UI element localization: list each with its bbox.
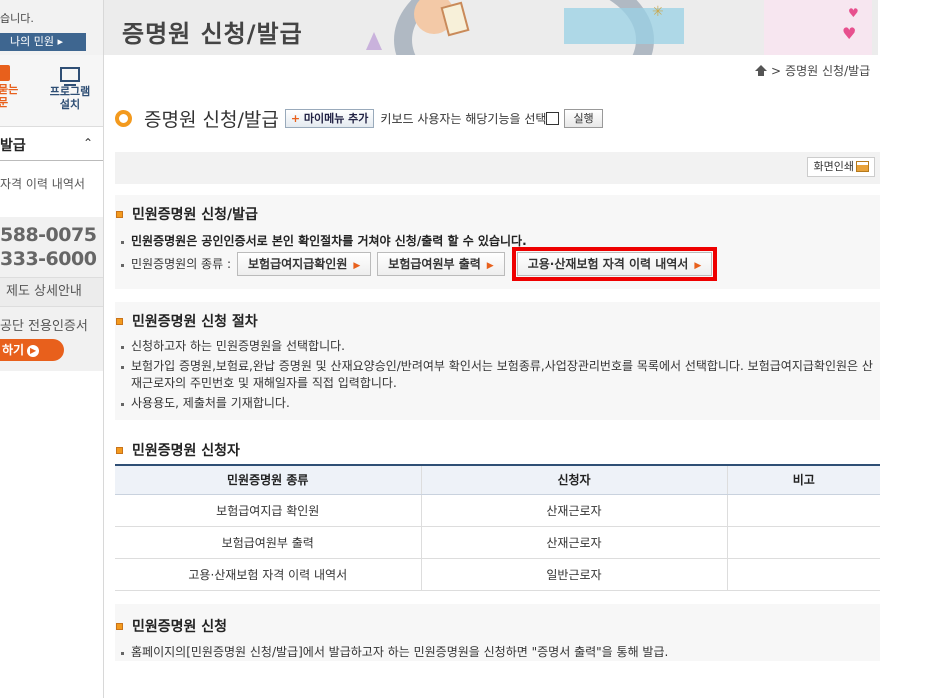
insurance-ledger-print-button[interactable]: 보험급여원부 출력 ▶	[377, 252, 505, 276]
qualification-history-button[interactable]: 고용·산재보험 자격 이력 내역서 ▶	[511, 247, 718, 281]
square-bullet-icon	[116, 210, 123, 218]
banner-illustration-sky	[564, 8, 684, 44]
table-cell: 산재근로자	[420, 494, 727, 527]
call-center-numbers: 588-0075 333-6000	[0, 217, 103, 277]
section-heading-text: 민원증명원 신청/발급	[132, 207, 258, 223]
banner-star-icon: ✳	[652, 4, 664, 20]
type-label: 보험급여지급확인원	[248, 257, 348, 271]
cert-types-row: 민원증명원의 종류 : 보험급여지급확인원 ▶ 보험급여원부 출력 ▶ 고용·산재보…	[115, 247, 880, 281]
call-number-2: 333-6000	[0, 248, 97, 270]
section-heading-text: 민원증명원 신청 절차	[132, 314, 258, 330]
breadcrumb: > 증명원 신청/발급	[755, 62, 870, 79]
print-bar: 화면인쇄	[115, 152, 880, 184]
left-sidebar: 습니다. 나의 민원 ▸ 묻는 문 프로그램 설치 발급 ⌃ 자격 이력 내역서…	[0, 0, 104, 698]
title-row: 증명원 신청/발급 + 마이메뉴 추가 키보드 사용자는 해당기능을 선택 실행	[115, 105, 603, 132]
chevron-up-icon: ⌃	[82, 136, 93, 150]
section-heading: 민원증명원 신청 절차	[115, 311, 880, 331]
system-guide-link[interactable]: 제도 상세안내	[0, 277, 103, 307]
applicants-table: 민원증명원 종류 신청자 비고 보험급여지급 확인원 산재근로자 보험급여원부 …	[115, 464, 880, 591]
table-row: 고용·산재보험 자격 이력 내역서 일반근로자	[115, 558, 880, 591]
arrow-right-icon: ▶	[353, 261, 361, 271]
faq-icon	[0, 65, 10, 81]
home-icon[interactable]	[755, 65, 767, 76]
heart-icon: ♥	[842, 24, 857, 43]
cert-promo: 공단 전용인증서 하기 ▶	[0, 307, 103, 371]
run-button[interactable]: 실행	[564, 109, 603, 128]
program-install-link[interactable]: 프로그램 설치	[46, 67, 94, 111]
table-cell: 산재근로자	[420, 526, 727, 559]
square-bullet-icon	[116, 622, 123, 630]
cert-apply-button[interactable]: 하기 ▶	[0, 339, 64, 361]
table-cell: 보험급여지급 확인원	[115, 494, 421, 527]
apply-note: 홈페이지의[민원증명원 신청/발급]에서 발급하고자 하는 민원증명원을 신청하…	[115, 644, 880, 661]
cert-apply-label: 하기	[2, 343, 25, 357]
call-number-1: 588-0075	[0, 224, 97, 246]
add-my-menu-button[interactable]: + 마이메뉴 추가	[284, 109, 375, 128]
plus-icon: +	[290, 112, 304, 125]
table-row: 보험급여지급 확인원 산재근로자	[115, 494, 880, 527]
section-procedure: 민원증명원 신청 절차 신청하고자 하는 민원증명원을 선택합니다. 보험가입 …	[115, 302, 880, 420]
print-screen-label: 화면인쇄	[813, 160, 854, 173]
page-banner: ✳ ♥ ♥ 증명원 신청/발급	[104, 0, 878, 55]
breadcrumb-current[interactable]: 증명원 신청/발급	[785, 62, 870, 79]
procedure-list: 신청하고자 하는 민원증명원을 선택합니다. 보험가입 증명원,보험료,완납 증…	[115, 338, 880, 412]
banner-title: 증명원 신청/발급	[122, 20, 303, 48]
list-item: 보험가입 증명원,보험료,완납 증명원 및 산재요양승인/반려여부 확인서는 보…	[115, 358, 880, 392]
faq-label: 묻는 문	[0, 83, 19, 109]
list-item: 사용용도, 제출처를 기재합니다.	[115, 395, 880, 412]
type-label: 보험급여원부 출력	[388, 257, 481, 271]
table-cell	[726, 526, 880, 559]
banner-tree-icon	[366, 32, 382, 50]
add-my-menu-label: 마이메뉴 추가	[303, 112, 369, 125]
faq-link[interactable]: 묻는 문	[0, 65, 18, 109]
table-row: 보험급여원부 출력 산재근로자	[115, 526, 880, 559]
title-bullet-icon	[115, 110, 132, 127]
arrow-right-icon: ▶	[27, 345, 40, 357]
insurance-payment-confirm-button[interactable]: 보험급여지급확인원 ▶	[237, 252, 372, 276]
section-applicants: 민원증명원 신청자 민원증명원 종류 신청자 비고 보험급여지급 확인원 산재근…	[115, 436, 880, 594]
my-minwon-button[interactable]: 나의 민원 ▸	[0, 33, 86, 51]
program-install-label: 프로그램 설치	[49, 85, 91, 111]
sidebar-menu-header[interactable]: 발급 ⌃	[0, 127, 103, 161]
column-header: 비고	[726, 464, 880, 495]
table-header-row: 민원증명원 종류 신청자 비고	[115, 464, 880, 495]
table-cell: 고용·산재보험 자격 이력 내역서	[115, 558, 421, 591]
sidebar-item-qualification-history[interactable]: 자격 이력 내역서	[0, 161, 103, 217]
section-heading: 민원증명원 신청자	[115, 436, 880, 464]
square-bullet-icon	[116, 317, 123, 325]
column-header: 민원증명원 종류	[115, 464, 421, 495]
monitor-icon	[60, 67, 80, 86]
table-cell: 일반근로자	[420, 558, 727, 591]
sidebar-quick-icons: 묻는 문 프로그램 설치	[0, 55, 103, 127]
list-item: 신청하고자 하는 민원증명원을 선택합니다.	[115, 338, 880, 355]
cert-promo-text: 공단 전용인증서	[0, 319, 88, 334]
arrow-right-icon: ▶	[486, 261, 494, 271]
breadcrumb-separator: >	[771, 63, 782, 78]
table-cell	[726, 494, 880, 527]
printer-icon	[856, 161, 869, 172]
section-heading: 민원증명원 신청/발급	[115, 204, 880, 224]
sidebar-top: 습니다. 나의 민원 ▸	[0, 0, 103, 55]
keyboard-option-label: 키보드 사용자는 해당기능을 선택	[380, 112, 547, 126]
print-screen-button[interactable]: 화면인쇄	[806, 157, 875, 177]
sidebar-menu-title: 발급	[0, 138, 26, 154]
cert-types-label: 민원증명원의 종류 :	[115, 256, 231, 273]
section-heading-text: 민원증명원 신청자	[132, 443, 240, 459]
type-label: 고용·산재보험 자격 이력 내역서	[527, 257, 689, 271]
sidebar-greeting: 습니다.	[0, 12, 34, 25]
section-heading-text: 민원증명원 신청	[132, 619, 228, 635]
table-cell: 보험급여원부 출력	[115, 526, 421, 559]
section-apply-issue: 민원증명원 신청/발급 민원증명원은 공인인증서로 본인 확인절차를 거쳐야 신…	[115, 195, 880, 289]
heart-icon: ♥	[848, 6, 859, 20]
square-bullet-icon	[116, 446, 123, 454]
section-heading: 민원증명원 신청	[115, 616, 880, 636]
table-cell	[726, 558, 880, 591]
page-title: 증명원 신청/발급	[144, 109, 279, 131]
arrow-right-icon: ▶	[694, 261, 702, 271]
keyboard-option-checkbox[interactable]	[546, 112, 560, 125]
column-header: 신청자	[420, 464, 727, 495]
cert-notice: 민원증명원은 공인인증서로 본인 확인절차를 거쳐야 신청/출력 할 수 있습니…	[115, 233, 880, 250]
section-apply: 민원증명원 신청 홈페이지의[민원증명원 신청/발급]에서 발급하고자 하는 민…	[115, 604, 880, 661]
